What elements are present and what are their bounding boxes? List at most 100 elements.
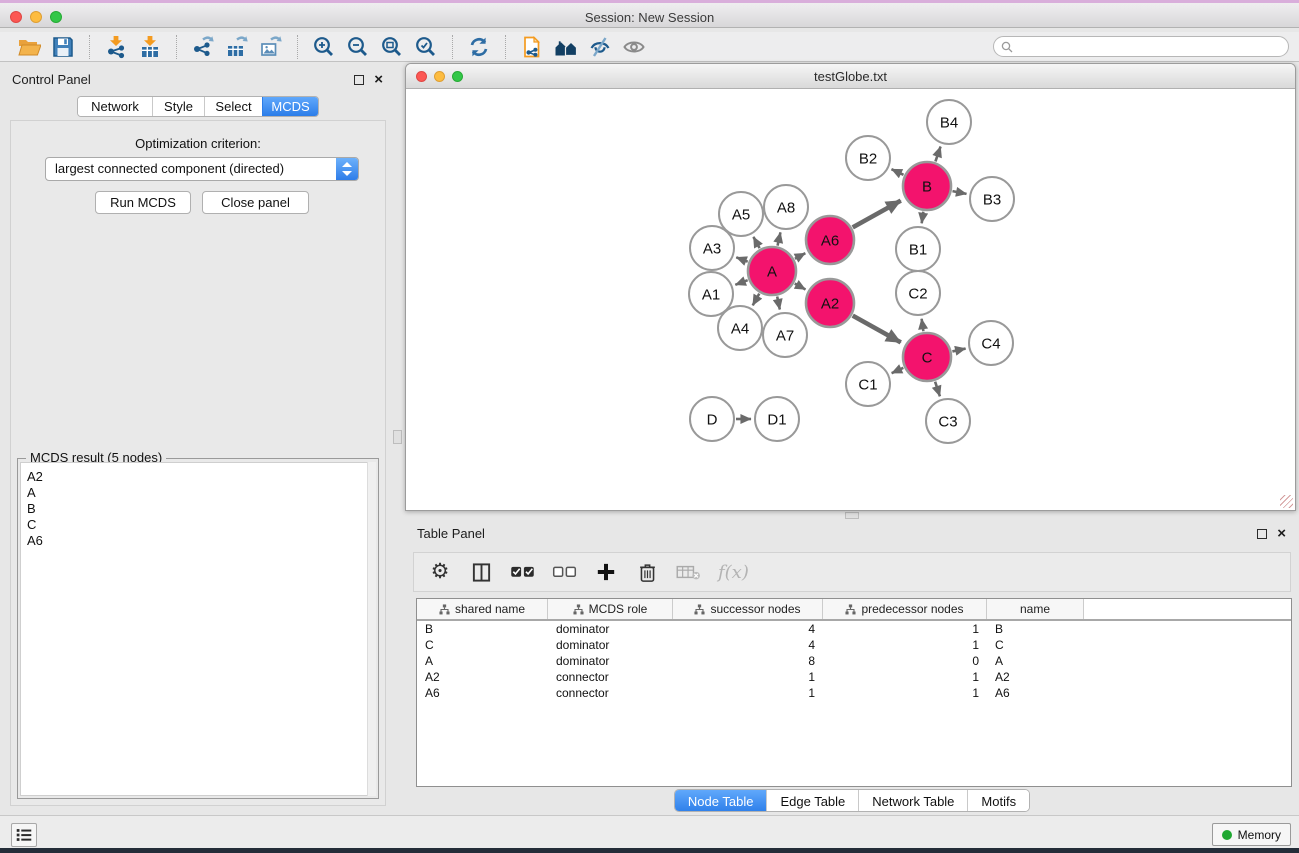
float-panel-icon[interactable] — [354, 75, 364, 85]
network-node-C[interactable]: C — [903, 333, 951, 381]
show-all-button[interactable] — [617, 34, 651, 60]
search-field[interactable] — [993, 36, 1289, 57]
network-edge-A-A4[interactable] — [753, 294, 760, 306]
network-node-A1[interactable]: A1 — [689, 272, 733, 316]
table-row[interactable]: Bdominator41B — [417, 621, 1291, 637]
network-edge-C-C4[interactable] — [952, 349, 965, 352]
column-header-successor-nodes[interactable]: successor nodes — [673, 599, 823, 619]
column-header-predecessor-nodes[interactable]: predecessor nodes — [823, 599, 987, 619]
mcds-result-item[interactable]: A — [27, 485, 375, 501]
table-close-panel-icon[interactable]: × — [1277, 525, 1286, 542]
import-table-button[interactable] — [133, 34, 167, 60]
network-node-A2[interactable]: A2 — [806, 279, 854, 327]
network-edge-A-A3[interactable] — [736, 257, 747, 261]
hide-selected-button[interactable] — [583, 34, 617, 60]
network-edge-C-C2[interactable] — [922, 319, 924, 332]
mcds-result-list[interactable]: A2ABCA6 — [20, 462, 376, 796]
tab-motifs[interactable]: Motifs — [967, 790, 1029, 812]
settings-button[interactable]: ⚙ — [428, 559, 452, 585]
network-node-A7[interactable]: A7 — [763, 313, 807, 357]
network-edge-A-A6[interactable] — [795, 253, 805, 259]
panel-list-button[interactable] — [11, 823, 37, 847]
network-node-C1[interactable]: C1 — [846, 362, 890, 406]
zoom-out-button[interactable] — [341, 34, 375, 60]
network-edge-C-C1[interactable] — [892, 368, 904, 373]
vertical-splitter-handle[interactable] — [393, 430, 402, 444]
tab-select[interactable]: Select — [204, 97, 262, 116]
mcds-result-item[interactable]: A2 — [27, 469, 375, 485]
tab-network-table[interactable]: Network Table — [858, 790, 967, 812]
network-node-A6[interactable]: A6 — [806, 216, 854, 264]
network-node-A8[interactable]: A8 — [764, 185, 808, 229]
zoom-in-button[interactable] — [307, 34, 341, 60]
close-panel-button[interactable]: Close panel — [202, 191, 309, 214]
network-node-C4[interactable]: C4 — [969, 321, 1013, 365]
network-edge-A2-C[interactable] — [853, 316, 901, 343]
mcds-result-scrollbar[interactable] — [367, 462, 376, 796]
deselect-all-button[interactable] — [552, 559, 577, 585]
network-node-B4[interactable]: B4 — [927, 100, 971, 144]
export-table-button[interactable] — [220, 34, 254, 60]
column-header-name[interactable]: name — [987, 599, 1084, 619]
network-node-A[interactable]: A — [748, 247, 796, 295]
tab-mcds[interactable]: MCDS — [262, 97, 318, 116]
horizontal-splitter-handle[interactable] — [845, 512, 859, 519]
network-edge-A-A1[interactable] — [735, 280, 747, 285]
criterion-dropdown[interactable]: largest connected component (directed) — [45, 157, 359, 181]
columns-button[interactable] — [469, 559, 493, 585]
open-session-button[interactable] — [12, 34, 46, 60]
mcds-result-item[interactable]: C — [27, 517, 375, 533]
search-input[interactable] — [1018, 40, 1288, 54]
network-edge-B-B1[interactable] — [922, 212, 924, 224]
network-node-A5[interactable]: A5 — [719, 192, 763, 236]
mcds-result-item[interactable]: A6 — [27, 533, 375, 549]
export-image-button[interactable] — [254, 34, 288, 60]
network-edge-A-A2[interactable] — [795, 284, 806, 290]
save-session-button[interactable] — [46, 34, 80, 60]
run-mcds-button[interactable]: Run MCDS — [95, 191, 191, 214]
network-node-C3[interactable]: C3 — [926, 399, 970, 443]
network-edge-A-A7[interactable] — [777, 296, 780, 309]
network-node-A4[interactable]: A4 — [718, 306, 762, 350]
home-button[interactable] — [549, 34, 583, 60]
resize-grip-icon[interactable] — [1280, 495, 1293, 508]
network-edge-A6-B[interactable] — [853, 201, 901, 228]
export-network-button[interactable] — [186, 34, 220, 60]
table-row[interactable]: A2connector11A2 — [417, 669, 1291, 685]
zoom-fit-button[interactable] — [375, 34, 409, 60]
network-edge-C-C3[interactable] — [935, 382, 940, 397]
tab-style[interactable]: Style — [152, 97, 204, 116]
delete-table-button[interactable] — [676, 559, 701, 585]
network-edge-A-A8[interactable] — [778, 232, 781, 245]
zoom-selected-button[interactable] — [409, 34, 443, 60]
memory-button[interactable]: Memory — [1212, 823, 1291, 846]
network-canvas[interactable]: B4 B2 B B3 A5A8A6 B1 A3 A C2 A1 A2 A4A7 C4 C C1 D D1 C3 — [406, 90, 1295, 510]
network-node-B3[interactable]: B3 — [970, 177, 1014, 221]
network-node-B2[interactable]: B2 — [846, 136, 890, 180]
table-float-panel-icon[interactable] — [1257, 529, 1267, 539]
network-node-B1[interactable]: B1 — [896, 227, 940, 271]
network-edge-B-B3[interactable] — [952, 191, 966, 194]
network-edge-B-B2[interactable] — [891, 169, 903, 175]
add-column-button[interactable] — [594, 559, 618, 585]
delete-column-button[interactable] — [635, 559, 659, 585]
network-node-D1[interactable]: D1 — [755, 397, 799, 441]
select-all-button[interactable] — [510, 559, 535, 585]
network-edge-A-A5[interactable] — [753, 237, 759, 248]
mcds-result-item[interactable]: B — [27, 501, 375, 517]
network-node-D[interactable]: D — [690, 397, 734, 441]
table-row[interactable]: A6connector11A6 — [417, 685, 1291, 701]
column-header-MCDS-role[interactable]: MCDS role — [548, 599, 673, 619]
network-node-B[interactable]: B — [903, 162, 951, 210]
network-node-A3[interactable]: A3 — [690, 226, 734, 270]
tab-node-table[interactable]: Node Table — [675, 790, 767, 812]
import-network-button[interactable] — [99, 34, 133, 60]
table-row[interactable]: Adominator80A — [417, 653, 1291, 669]
column-header-shared-name[interactable]: shared name — [417, 599, 548, 619]
refresh-button[interactable] — [462, 34, 496, 60]
network-node-C2[interactable]: C2 — [896, 271, 940, 315]
network-from-file-button[interactable] — [515, 34, 549, 60]
close-panel-icon[interactable]: × — [374, 71, 383, 88]
network-edge-B-B4[interactable] — [935, 147, 940, 162]
tab-edge-table[interactable]: Edge Table — [766, 790, 858, 812]
